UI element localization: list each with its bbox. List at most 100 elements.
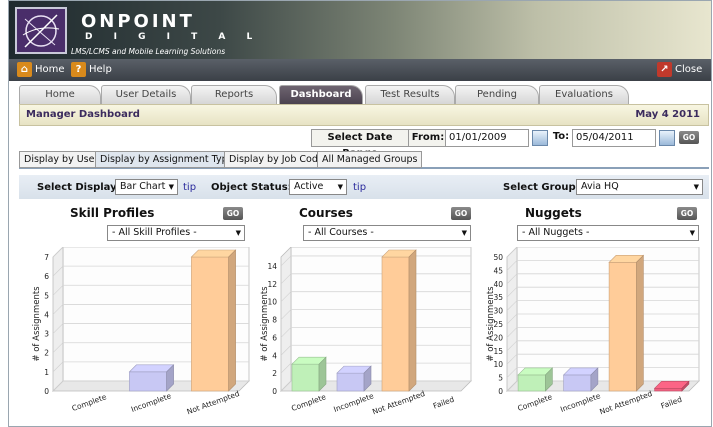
bar-front [336,372,365,392]
bar-side [228,249,236,392]
x-tick-label: Not Attempted [598,389,653,416]
nuggets-go-button[interactable]: GO [677,207,697,220]
close-icon: ↗ [657,62,672,77]
chevron-down-icon: ▼ [693,183,699,191]
display-label: Select Display: [37,182,121,193]
y-tick-label: 4 [272,351,277,360]
chevron-down-icon: ▼ [689,229,695,237]
skill-profiles-select[interactable]: - All Skill Profiles - ▼ [107,225,245,241]
close-button[interactable]: ↗ Close [657,62,702,77]
x-tick-label: Complete [71,392,108,413]
bar-front [191,256,229,392]
courses-chart: 02468101214# of AssignmentsComplete Incom… [260,247,472,416]
y-tick-label: 14 [267,262,277,271]
home-label: Home [35,64,65,75]
bar-front [563,374,592,392]
y-tick-label: 5 [498,374,503,383]
help-label: Help [89,64,112,75]
bar-front [129,371,167,392]
bar-front [654,388,683,392]
courses-select[interactable]: - All Courses - ▼ [303,225,471,241]
bar-incomplete [336,365,372,392]
y-tick-label: 6 [44,272,49,281]
bar-failed [653,380,690,392]
date-range-label: Select Date Range [311,129,409,159]
tab-user-details[interactable]: User Details [101,85,191,104]
status-tip-link[interactable]: tip [353,182,366,193]
plot-side-wall [52,247,64,392]
tab-dashboard[interactable]: Dashboard [279,85,363,104]
nuggets-select-value: - All Nuggets - [522,227,590,238]
top-toolbar: ⌂ Home ? Help ↗ Close [9,59,711,81]
skill-profiles-select-value: - All Skill Profiles - [112,227,197,238]
compass-logo-icon [15,7,67,54]
bar-side [408,249,417,392]
tab-home[interactable]: Home [19,85,101,104]
y-tick-label: 50 [493,253,503,262]
chevron-down-icon: ▼ [168,183,174,191]
calendar-icon[interactable] [659,130,675,146]
bar-front [291,363,320,392]
nuggets-title: Nuggets [525,206,582,220]
status-select[interactable]: Active ▼ [289,179,347,195]
skill-profiles-go-button[interactable]: GO [223,207,243,220]
bar-incomplete [128,364,175,392]
x-tick-label: Incomplete [130,391,173,414]
y-tick-label: 3 [44,330,49,339]
home-button[interactable]: ⌂ Home [17,62,65,77]
from-label: From: [409,129,447,147]
display-select-value: Bar Chart [120,181,166,192]
y-axis-label: # of Assignments [260,286,270,362]
chevron-down-icon: ▼ [461,229,467,237]
bar-complete [291,356,327,392]
nuggets-select[interactable]: - All Nuggets - ▼ [517,225,699,241]
chevron-down-icon: ▼ [235,229,241,237]
subtab-by-user[interactable]: Display by User [19,151,104,168]
group-select-value: Avia HQ [581,181,619,192]
display-select[interactable]: Bar Chart ▼ [115,179,178,195]
bar-top [128,364,175,373]
help-button[interactable]: ? Help [71,62,112,77]
page-title: Manager Dashboard [26,109,140,120]
status-select-value: Active [294,181,324,192]
calendar-icon[interactable] [532,130,548,146]
tab-evaluations[interactable]: Evaluations [539,85,629,104]
x-tick-label: Incomplete [332,391,375,414]
bar-side [636,254,644,392]
bar-not-attempted [381,249,417,392]
bar-not-attempted [608,254,645,392]
date-go-button[interactable]: GO [679,131,699,144]
group-select[interactable]: Avia HQ ▼ [576,179,703,195]
y-tick-label: 1 [44,368,49,377]
to-date-input[interactable]: 05/04/2011 [572,129,656,147]
bar-complete [517,367,554,392]
display-tip-link[interactable]: tip [183,182,196,193]
y-tick-label: 2 [44,349,49,358]
tab-test-results[interactable]: Test Results [365,85,455,104]
courses-go-button[interactable]: GO [451,207,471,220]
bar-front [381,256,410,392]
x-tick-label: Not Attempted [186,389,241,416]
brand-tagline: LMS/LCMS and Mobile Learning Solutions [71,47,226,56]
manager-bar: Manager Dashboard May 4 2011 [19,104,709,126]
y-tick-label: 2 [272,369,277,378]
y-tick-label: 8 [272,316,277,325]
courses-title: Courses [299,206,353,220]
tab-reports[interactable]: Reports [191,85,277,104]
tab-pending[interactable]: Pending [455,85,539,104]
subtab-by-job-code[interactable]: Display by Job Code [224,151,329,168]
close-label: Close [675,64,703,75]
x-tick-label: Complete [516,392,553,413]
from-date-input[interactable]: 01/01/2009 [445,129,529,147]
status-label: Object Status: [211,182,292,193]
x-tick-label: Failed [432,395,456,411]
skill-profiles-title: Skill Profiles [70,206,155,220]
brand-name: ONPOINT [81,11,195,32]
brand-sub: D I G I T A L [85,32,262,42]
subtab-all-managed-groups[interactable]: All Managed Groups [317,151,423,168]
y-tick-label: 0 [498,387,503,396]
courses-select-value: - All Courses - [308,227,374,238]
y-tick-label: 45 [493,266,503,275]
bar-incomplete [562,367,599,392]
subtab-by-assignment-type[interactable]: Display by Assignment Type [95,151,239,168]
